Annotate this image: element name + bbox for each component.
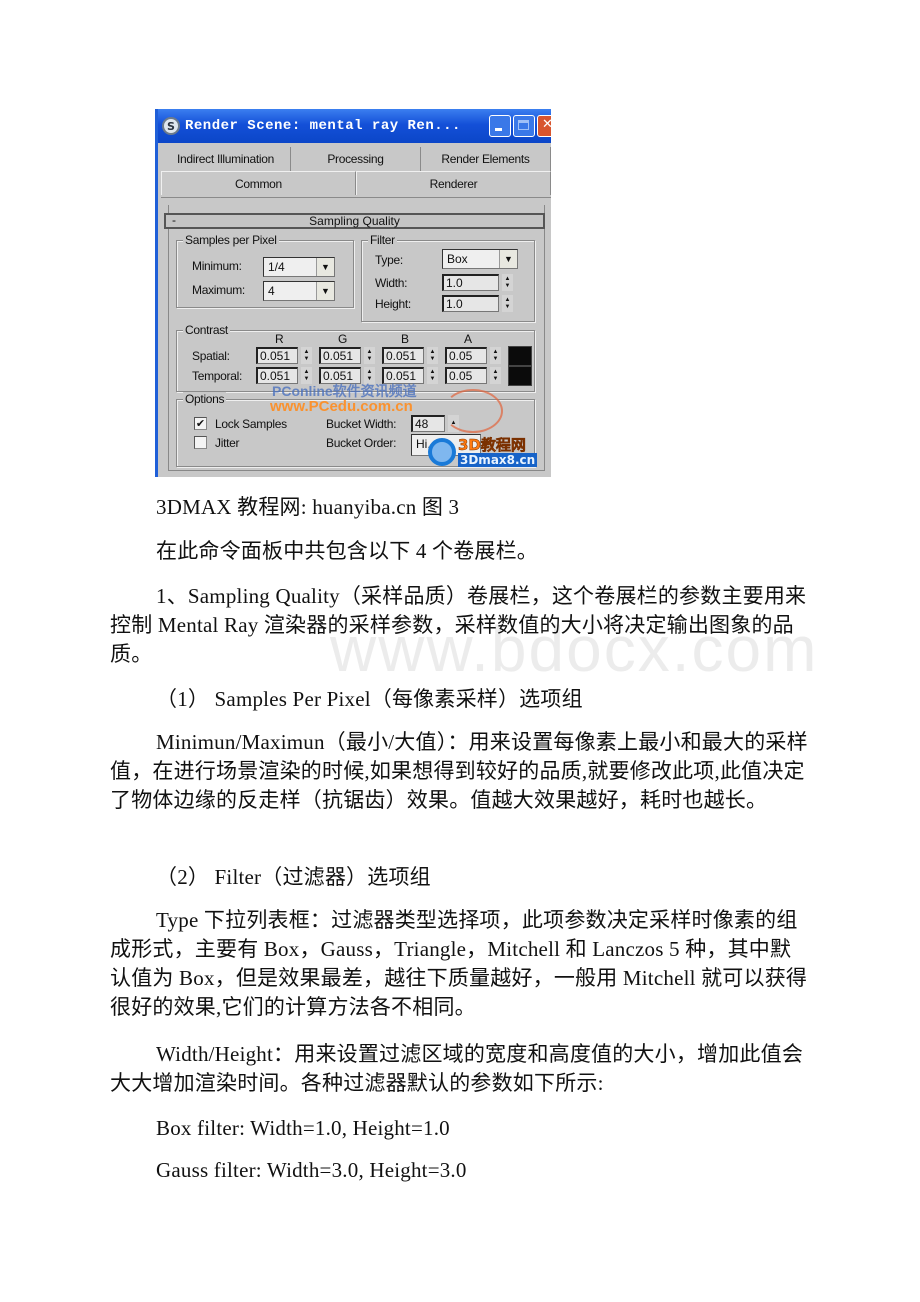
column-header-g: G — [338, 332, 348, 346]
swirl-watermark-icon — [443, 389, 503, 433]
jitter-label: Jitter — [215, 436, 240, 450]
spinner-arrows-icon[interactable]: ▲ ▼ — [427, 347, 438, 364]
spinner-arrows-icon[interactable]: ▲ ▼ — [301, 347, 312, 364]
minimum-dropdown[interactable]: 1/4 ▼ — [263, 257, 335, 277]
tab-divider — [161, 197, 551, 198]
column-header-a: A — [464, 332, 472, 346]
bucket-width-label: Bucket Width: — [326, 417, 397, 431]
filter-height-input[interactable]: 1.0 — [442, 295, 499, 312]
filter-height-spinner[interactable]: 1.0 ▲ ▼ — [442, 295, 513, 312]
bucket-width-input[interactable]: 48 — [411, 415, 445, 432]
rollout-header-sampling-quality[interactable]: - Sampling Quality — [164, 213, 545, 229]
pcedu-watermark: www.PCedu.com.cn — [270, 398, 413, 415]
3dsmax-logo-icon: S — [162, 117, 180, 135]
tab-renderer[interactable]: Renderer — [356, 171, 551, 195]
group-label: Filter — [368, 233, 397, 247]
spinner-arrows-icon[interactable]: ▲ ▼ — [490, 367, 501, 384]
minmax-paragraph: Minimun/Maximun（最小/大值）：用来设置每像素上最小和最大的采样值… — [110, 730, 808, 812]
chevron-down-icon: ▼ — [316, 258, 334, 276]
group-label: Samples per Pixel — [183, 233, 279, 247]
tab-indirect-illumination[interactable]: Indirect Illumination — [161, 147, 291, 171]
maximize-button[interactable] — [513, 115, 535, 137]
spinner-arrows-icon[interactable]: ▲ ▼ — [427, 367, 438, 384]
spinner-arrows-icon[interactable]: ▲ ▼ — [490, 347, 501, 364]
dialog-title: Render Scene: mental ray Ren... — [185, 118, 461, 134]
box-filter-line: Box filter: Width=1.0, Height=1.0 — [156, 1116, 450, 1140]
rollout-collapse-toggle[interactable]: - — [172, 213, 176, 227]
temporal-a-spinner[interactable]: 0.05 ▲ ▼ — [445, 367, 501, 384]
filter-width-spinner[interactable]: 1.0 ▲ ▼ — [442, 274, 513, 291]
render-scene-dialog: S Render Scene: mental ray Ren... Indire… — [155, 109, 551, 477]
heading-samples-per-pixel: （1） Samples Per Pixel（每像素采样）选项组 — [156, 687, 583, 711]
column-header-r: R — [275, 332, 284, 346]
close-button[interactable] — [537, 115, 551, 137]
spatial-b-spinner[interactable]: 0.051 ▲ ▼ — [382, 347, 438, 364]
filter-height-label: Height: — [375, 297, 411, 311]
chevron-down-icon: ▼ — [499, 250, 517, 268]
tab-common[interactable]: Common — [161, 171, 356, 195]
logo-text-bottom: 3Dmax8.cn — [458, 453, 538, 467]
intro-paragraph: 在此命令面板中共包含以下 4 个卷展栏。 — [156, 539, 538, 563]
logo-swirl-icon — [428, 438, 456, 466]
tab-processing[interactable]: Processing — [291, 147, 421, 171]
spatial-a-spinner[interactable]: 0.05 ▲ ▼ — [445, 347, 501, 364]
spatial-g-spinner[interactable]: 0.051 ▲ ▼ — [319, 347, 375, 364]
chevron-down-icon: ▼ — [316, 282, 334, 300]
dialog-titlebar[interactable]: S Render Scene: mental ray Ren... — [158, 109, 551, 143]
lock-samples-checkbox[interactable]: ✔ — [194, 417, 207, 430]
tabs-row-1: Indirect Illumination Processing Render … — [161, 147, 551, 171]
sampling-quality-paragraph: 1、Sampling Quality（采样品质）卷展栏，这个卷展栏的参数主要用来… — [110, 584, 807, 666]
spatial-a-input[interactable]: 0.05 — [445, 347, 487, 364]
spatial-label: Spatial: — [192, 349, 230, 363]
lock-samples-label: Lock Samples — [215, 417, 287, 431]
width-height-paragraph: Width/Height：用来设置过滤区域的宽度和高度值的大小，增加此值会大大增… — [110, 1042, 804, 1095]
maximum-label: Maximum: — [192, 283, 245, 297]
group-label: Contrast — [183, 323, 230, 337]
type-paragraph: Type 下拉列表框：过滤器类型选择项，此项参数决定采样时像素的组成形式，主要有… — [110, 908, 808, 1019]
tab-render-elements[interactable]: Render Elements — [421, 147, 551, 171]
column-header-b: B — [401, 332, 409, 346]
bucket-order-label: Bucket Order: — [326, 436, 397, 450]
filter-type-dropdown[interactable]: Box ▼ — [442, 249, 518, 269]
minimize-button[interactable] — [489, 115, 511, 137]
spatial-r-input[interactable]: 0.051 — [256, 347, 298, 364]
spatial-color-swatch[interactable] — [508, 346, 532, 366]
spinner-arrows-icon[interactable]: ▲ ▼ — [502, 274, 513, 291]
filter-type-label: Type: — [375, 253, 403, 267]
tabs-row-2: Common Renderer — [161, 171, 551, 195]
spinner-arrows-icon[interactable]: ▲ ▼ — [502, 295, 513, 312]
filter-width-input[interactable]: 1.0 — [442, 274, 499, 291]
minimum-label: Minimum: — [192, 259, 242, 273]
heading-filter: （2） Filter（过滤器）选项组 — [156, 865, 431, 889]
logo-text-top: 3D教程网 — [458, 436, 526, 454]
temporal-a-input[interactable]: 0.05 — [445, 367, 487, 384]
filter-width-label: Width: — [375, 276, 408, 290]
filter-type-value: Box — [447, 252, 468, 266]
temporal-color-swatch[interactable] — [508, 366, 532, 386]
minimum-value: 1/4 — [268, 260, 285, 274]
rollout-title: Sampling Quality — [309, 214, 400, 228]
figure-caption: 3DMAX 教程网: huanyiba.cn 图 3 — [156, 495, 460, 519]
maximum-value: 4 — [268, 284, 275, 298]
3dmax8-logo-watermark: 3D教程网 3Dmax8.cn — [428, 436, 538, 467]
gauss-filter-line: Gauss filter: Width=3.0, Height=3.0 — [156, 1158, 467, 1182]
spatial-b-input[interactable]: 0.051 — [382, 347, 424, 364]
spatial-r-spinner[interactable]: 0.051 ▲ ▼ — [256, 347, 312, 364]
group-label: Options — [183, 392, 227, 406]
jitter-checkbox[interactable] — [194, 436, 207, 449]
temporal-label: Temporal: — [192, 369, 242, 383]
spinner-arrows-icon[interactable]: ▲ ▼ — [364, 347, 375, 364]
spatial-g-input[interactable]: 0.051 — [319, 347, 361, 364]
maximum-dropdown[interactable]: 4 ▼ — [263, 281, 335, 301]
